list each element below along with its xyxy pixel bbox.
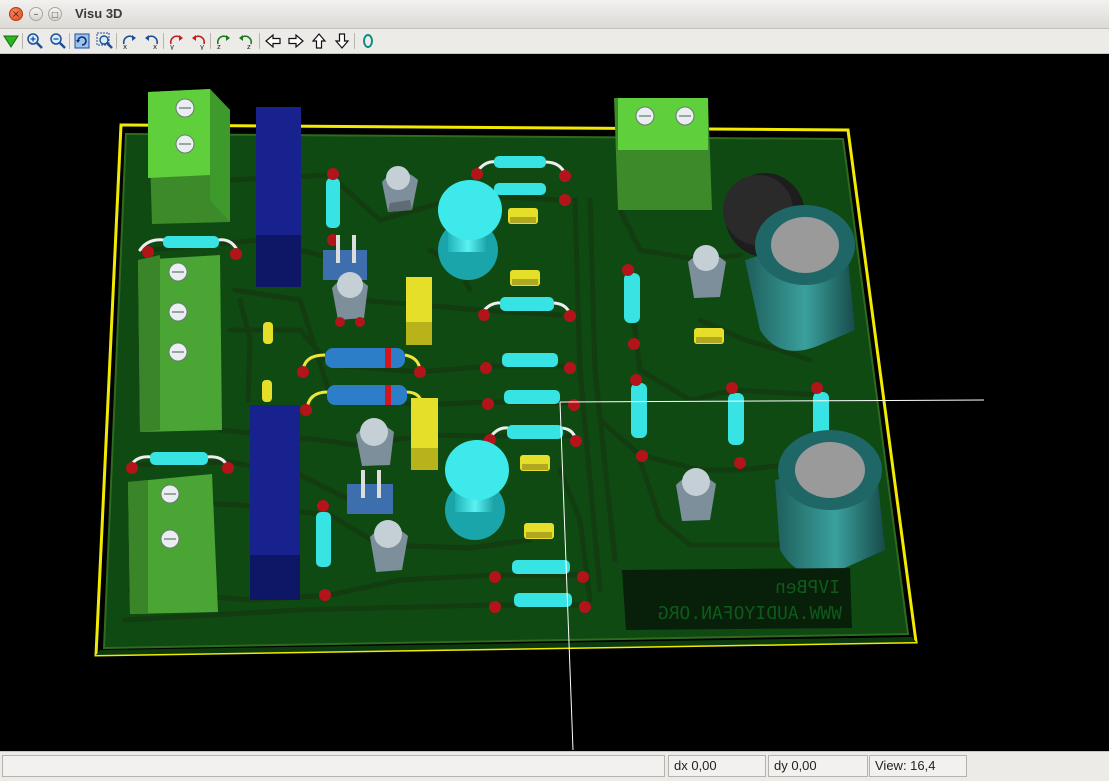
rotate-y-neg-button[interactable]: y bbox=[167, 32, 185, 50]
zoom-out-button[interactable] bbox=[49, 32, 67, 50]
rotate-z-neg-button[interactable]: z bbox=[214, 32, 232, 50]
rotate-y-pos-icon: y bbox=[192, 35, 206, 50]
reload-3d-button[interactable] bbox=[2, 32, 20, 50]
terminal-block-1 bbox=[148, 89, 230, 224]
rotate-x-neg-icon: x bbox=[122, 35, 136, 50]
rotate-x-pos-button[interactable]: x bbox=[143, 32, 161, 50]
electrolytic-capacitor-2 bbox=[775, 430, 885, 575]
ortho-toggle-button[interactable] bbox=[359, 32, 377, 50]
rotate-y-pos-button[interactable]: y bbox=[190, 32, 208, 50]
status-message bbox=[2, 755, 665, 777]
svg-text:z: z bbox=[217, 43, 221, 50]
rotate-z-pos-button[interactable]: z bbox=[237, 32, 255, 50]
ic-block-1 bbox=[256, 107, 301, 287]
svg-text:x: x bbox=[153, 43, 157, 50]
redraw-icon bbox=[74, 33, 90, 49]
ic-block-2 bbox=[250, 405, 300, 600]
title-bar: × – □ Visu 3D bbox=[0, 0, 1109, 29]
window-title: Visu 3D bbox=[75, 6, 123, 21]
terminal-block-2 bbox=[138, 255, 222, 432]
rotate-x-neg-button[interactable]: x bbox=[120, 32, 138, 50]
3d-viewport[interactable]: IVPBen WWW.AUDIYOFAN.ORG bbox=[0, 54, 1109, 751]
status-bar: dx 0,00 dy 0,00 View: 16,4 bbox=[0, 751, 1109, 781]
status-view: View: 16,4 bbox=[869, 755, 967, 777]
minimize-window-button[interactable]: – bbox=[29, 7, 43, 21]
zoom-in-icon bbox=[27, 33, 43, 49]
svg-text:x: x bbox=[123, 43, 127, 50]
arrow-left-icon bbox=[265, 33, 281, 49]
redraw-button[interactable] bbox=[73, 32, 91, 50]
terminal-block-3 bbox=[128, 474, 218, 614]
maximize-window-button[interactable]: □ bbox=[48, 7, 62, 21]
status-dx: dx 0,00 bbox=[668, 755, 766, 777]
move-right-button[interactable] bbox=[287, 32, 305, 50]
zoom-fit-button[interactable] bbox=[96, 32, 114, 50]
silkscreen-text-1: IVPBen bbox=[775, 577, 840, 598]
arrow-up-icon bbox=[311, 33, 327, 49]
svg-text:z: z bbox=[247, 43, 251, 50]
toolbar: x x y y z z bbox=[0, 29, 1109, 54]
rotate-z-pos-icon: z bbox=[239, 35, 253, 50]
terminal-block-4 bbox=[614, 98, 712, 210]
green-arrow-down-icon bbox=[3, 35, 19, 48]
rotate-x-pos-icon: x bbox=[145, 35, 159, 50]
silkscreen-text-2: WWW.AUDIYOFAN.ORG bbox=[658, 603, 842, 624]
svg-text:y: y bbox=[200, 43, 204, 50]
zoom-in-button[interactable] bbox=[26, 32, 44, 50]
arrow-right-icon bbox=[288, 33, 304, 49]
pcb-3d-render: IVPBen WWW.AUDIYOFAN.ORG bbox=[94, 89, 985, 751]
ortho-icon bbox=[363, 34, 373, 48]
move-up-button[interactable] bbox=[310, 32, 328, 50]
move-left-button[interactable] bbox=[264, 32, 282, 50]
status-dy: dy 0,00 bbox=[768, 755, 868, 777]
rotate-y-neg-icon: y bbox=[169, 35, 183, 50]
zoom-fit-icon bbox=[96, 32, 113, 49]
arrow-down-icon bbox=[334, 33, 350, 49]
close-window-button[interactable]: × bbox=[9, 7, 23, 21]
rotate-z-neg-icon: z bbox=[216, 35, 230, 50]
svg-text:y: y bbox=[170, 43, 174, 50]
electrolytic-capacitor-1 bbox=[745, 205, 855, 351]
silkscreen-label: IVPBen WWW.AUDIYOFAN.ORG bbox=[622, 568, 852, 630]
zoom-out-icon bbox=[50, 33, 66, 49]
move-down-button[interactable] bbox=[333, 32, 351, 50]
